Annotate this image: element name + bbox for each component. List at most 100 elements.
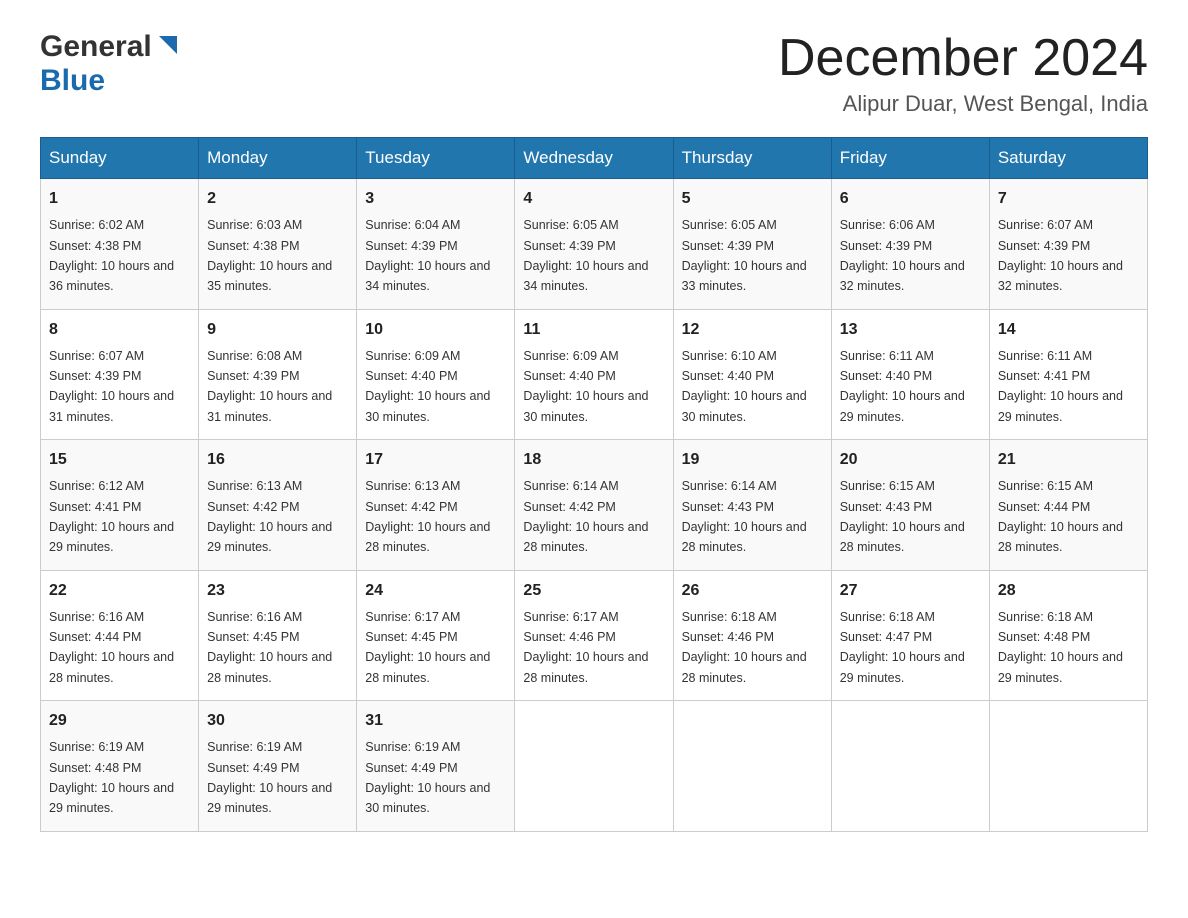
- calendar-cell: 15 Sunrise: 6:12 AMSunset: 4:41 PMDaylig…: [41, 440, 199, 571]
- calendar-cell: 12 Sunrise: 6:10 AMSunset: 4:40 PMDaylig…: [673, 309, 831, 440]
- day-info: Sunrise: 6:08 AMSunset: 4:39 PMDaylight:…: [207, 349, 332, 424]
- day-info: Sunrise: 6:12 AMSunset: 4:41 PMDaylight:…: [49, 479, 174, 554]
- day-info: Sunrise: 6:19 AMSunset: 4:49 PMDaylight:…: [207, 740, 332, 815]
- calendar-cell: 8 Sunrise: 6:07 AMSunset: 4:39 PMDayligh…: [41, 309, 199, 440]
- day-number: 1: [49, 187, 190, 211]
- day-info: Sunrise: 6:14 AMSunset: 4:42 PMDaylight:…: [523, 479, 648, 554]
- day-number: 7: [998, 187, 1139, 211]
- day-info: Sunrise: 6:18 AMSunset: 4:47 PMDaylight:…: [840, 610, 965, 685]
- day-number: 30: [207, 709, 348, 733]
- calendar-cell: [673, 701, 831, 832]
- column-header-saturday: Saturday: [989, 138, 1147, 179]
- calendar-cell: 30 Sunrise: 6:19 AMSunset: 4:49 PMDaylig…: [199, 701, 357, 832]
- day-number: 27: [840, 579, 981, 603]
- day-info: Sunrise: 6:14 AMSunset: 4:43 PMDaylight:…: [682, 479, 807, 554]
- day-info: Sunrise: 6:15 AMSunset: 4:44 PMDaylight:…: [998, 479, 1123, 554]
- day-info: Sunrise: 6:18 AMSunset: 4:48 PMDaylight:…: [998, 610, 1123, 685]
- day-info: Sunrise: 6:04 AMSunset: 4:39 PMDaylight:…: [365, 218, 490, 293]
- calendar-cell: [989, 701, 1147, 832]
- day-info: Sunrise: 6:03 AMSunset: 4:38 PMDaylight:…: [207, 218, 332, 293]
- calendar-cell: 19 Sunrise: 6:14 AMSunset: 4:43 PMDaylig…: [673, 440, 831, 571]
- column-header-friday: Friday: [831, 138, 989, 179]
- calendar-cell: 4 Sunrise: 6:05 AMSunset: 4:39 PMDayligh…: [515, 179, 673, 310]
- day-info: Sunrise: 6:07 AMSunset: 4:39 PMDaylight:…: [998, 218, 1123, 293]
- day-number: 3: [365, 187, 506, 211]
- calendar-cell: 23 Sunrise: 6:16 AMSunset: 4:45 PMDaylig…: [199, 570, 357, 701]
- calendar-cell: 6 Sunrise: 6:06 AMSunset: 4:39 PMDayligh…: [831, 179, 989, 310]
- calendar-cell: [831, 701, 989, 832]
- calendar-cell: 2 Sunrise: 6:03 AMSunset: 4:38 PMDayligh…: [199, 179, 357, 310]
- day-number: 21: [998, 448, 1139, 472]
- day-number: 28: [998, 579, 1139, 603]
- day-info: Sunrise: 6:07 AMSunset: 4:39 PMDaylight:…: [49, 349, 174, 424]
- month-year-title: December 2024: [778, 30, 1148, 87]
- day-number: 13: [840, 318, 981, 342]
- page-header: General Blue December 2024 Alipur Duar, …: [40, 30, 1148, 117]
- calendar-cell: 17 Sunrise: 6:13 AMSunset: 4:42 PMDaylig…: [357, 440, 515, 571]
- day-number: 2: [207, 187, 348, 211]
- calendar-cell: 31 Sunrise: 6:19 AMSunset: 4:49 PMDaylig…: [357, 701, 515, 832]
- day-info: Sunrise: 6:16 AMSunset: 4:44 PMDaylight:…: [49, 610, 174, 685]
- day-number: 9: [207, 318, 348, 342]
- calendar-cell: 16 Sunrise: 6:13 AMSunset: 4:42 PMDaylig…: [199, 440, 357, 571]
- calendar-cell: 28 Sunrise: 6:18 AMSunset: 4:48 PMDaylig…: [989, 570, 1147, 701]
- column-header-thursday: Thursday: [673, 138, 831, 179]
- calendar-week-row: 8 Sunrise: 6:07 AMSunset: 4:39 PMDayligh…: [41, 309, 1148, 440]
- day-info: Sunrise: 6:10 AMSunset: 4:40 PMDaylight:…: [682, 349, 807, 424]
- calendar-week-row: 29 Sunrise: 6:19 AMSunset: 4:48 PMDaylig…: [41, 701, 1148, 832]
- day-number: 6: [840, 187, 981, 211]
- calendar-cell: 1 Sunrise: 6:02 AMSunset: 4:38 PMDayligh…: [41, 179, 199, 310]
- day-number: 22: [49, 579, 190, 603]
- column-header-tuesday: Tuesday: [357, 138, 515, 179]
- calendar-cell: 18 Sunrise: 6:14 AMSunset: 4:42 PMDaylig…: [515, 440, 673, 571]
- calendar-cell: 5 Sunrise: 6:05 AMSunset: 4:39 PMDayligh…: [673, 179, 831, 310]
- calendar-cell: 3 Sunrise: 6:04 AMSunset: 4:39 PMDayligh…: [357, 179, 515, 310]
- location-subtitle: Alipur Duar, West Bengal, India: [778, 91, 1148, 117]
- calendar-cell: 29 Sunrise: 6:19 AMSunset: 4:48 PMDaylig…: [41, 701, 199, 832]
- calendar-cell: [515, 701, 673, 832]
- day-info: Sunrise: 6:19 AMSunset: 4:48 PMDaylight:…: [49, 740, 174, 815]
- column-header-sunday: Sunday: [41, 138, 199, 179]
- day-info: Sunrise: 6:19 AMSunset: 4:49 PMDaylight:…: [365, 740, 490, 815]
- day-number: 14: [998, 318, 1139, 342]
- day-number: 11: [523, 318, 664, 342]
- day-number: 23: [207, 579, 348, 603]
- day-info: Sunrise: 6:16 AMSunset: 4:45 PMDaylight:…: [207, 610, 332, 685]
- day-number: 19: [682, 448, 823, 472]
- day-number: 26: [682, 579, 823, 603]
- calendar-header-row: SundayMondayTuesdayWednesdayThursdayFrid…: [41, 138, 1148, 179]
- logo-general-text: General: [40, 30, 152, 64]
- day-info: Sunrise: 6:11 AMSunset: 4:40 PMDaylight:…: [840, 349, 965, 424]
- day-info: Sunrise: 6:06 AMSunset: 4:39 PMDaylight:…: [840, 218, 965, 293]
- calendar-cell: 27 Sunrise: 6:18 AMSunset: 4:47 PMDaylig…: [831, 570, 989, 701]
- calendar-cell: 10 Sunrise: 6:09 AMSunset: 4:40 PMDaylig…: [357, 309, 515, 440]
- column-header-wednesday: Wednesday: [515, 138, 673, 179]
- calendar-cell: 13 Sunrise: 6:11 AMSunset: 4:40 PMDaylig…: [831, 309, 989, 440]
- calendar-cell: 14 Sunrise: 6:11 AMSunset: 4:41 PMDaylig…: [989, 309, 1147, 440]
- day-number: 12: [682, 318, 823, 342]
- day-number: 10: [365, 318, 506, 342]
- calendar-table: SundayMondayTuesdayWednesdayThursdayFrid…: [40, 137, 1148, 832]
- calendar-week-row: 15 Sunrise: 6:12 AMSunset: 4:41 PMDaylig…: [41, 440, 1148, 571]
- day-info: Sunrise: 6:18 AMSunset: 4:46 PMDaylight:…: [682, 610, 807, 685]
- day-number: 24: [365, 579, 506, 603]
- calendar-week-row: 1 Sunrise: 6:02 AMSunset: 4:38 PMDayligh…: [41, 179, 1148, 310]
- day-number: 17: [365, 448, 506, 472]
- title-area: December 2024 Alipur Duar, West Bengal, …: [778, 30, 1148, 117]
- calendar-week-row: 22 Sunrise: 6:16 AMSunset: 4:44 PMDaylig…: [41, 570, 1148, 701]
- calendar-cell: 7 Sunrise: 6:07 AMSunset: 4:39 PMDayligh…: [989, 179, 1147, 310]
- calendar-cell: 26 Sunrise: 6:18 AMSunset: 4:46 PMDaylig…: [673, 570, 831, 701]
- day-number: 8: [49, 318, 190, 342]
- day-info: Sunrise: 6:09 AMSunset: 4:40 PMDaylight:…: [523, 349, 648, 424]
- day-info: Sunrise: 6:17 AMSunset: 4:46 PMDaylight:…: [523, 610, 648, 685]
- day-number: 31: [365, 709, 506, 733]
- calendar-cell: 25 Sunrise: 6:17 AMSunset: 4:46 PMDaylig…: [515, 570, 673, 701]
- day-number: 18: [523, 448, 664, 472]
- day-info: Sunrise: 6:11 AMSunset: 4:41 PMDaylight:…: [998, 349, 1123, 424]
- day-number: 15: [49, 448, 190, 472]
- calendar-cell: 24 Sunrise: 6:17 AMSunset: 4:45 PMDaylig…: [357, 570, 515, 701]
- day-number: 5: [682, 187, 823, 211]
- day-info: Sunrise: 6:02 AMSunset: 4:38 PMDaylight:…: [49, 218, 174, 293]
- day-number: 20: [840, 448, 981, 472]
- day-number: 4: [523, 187, 664, 211]
